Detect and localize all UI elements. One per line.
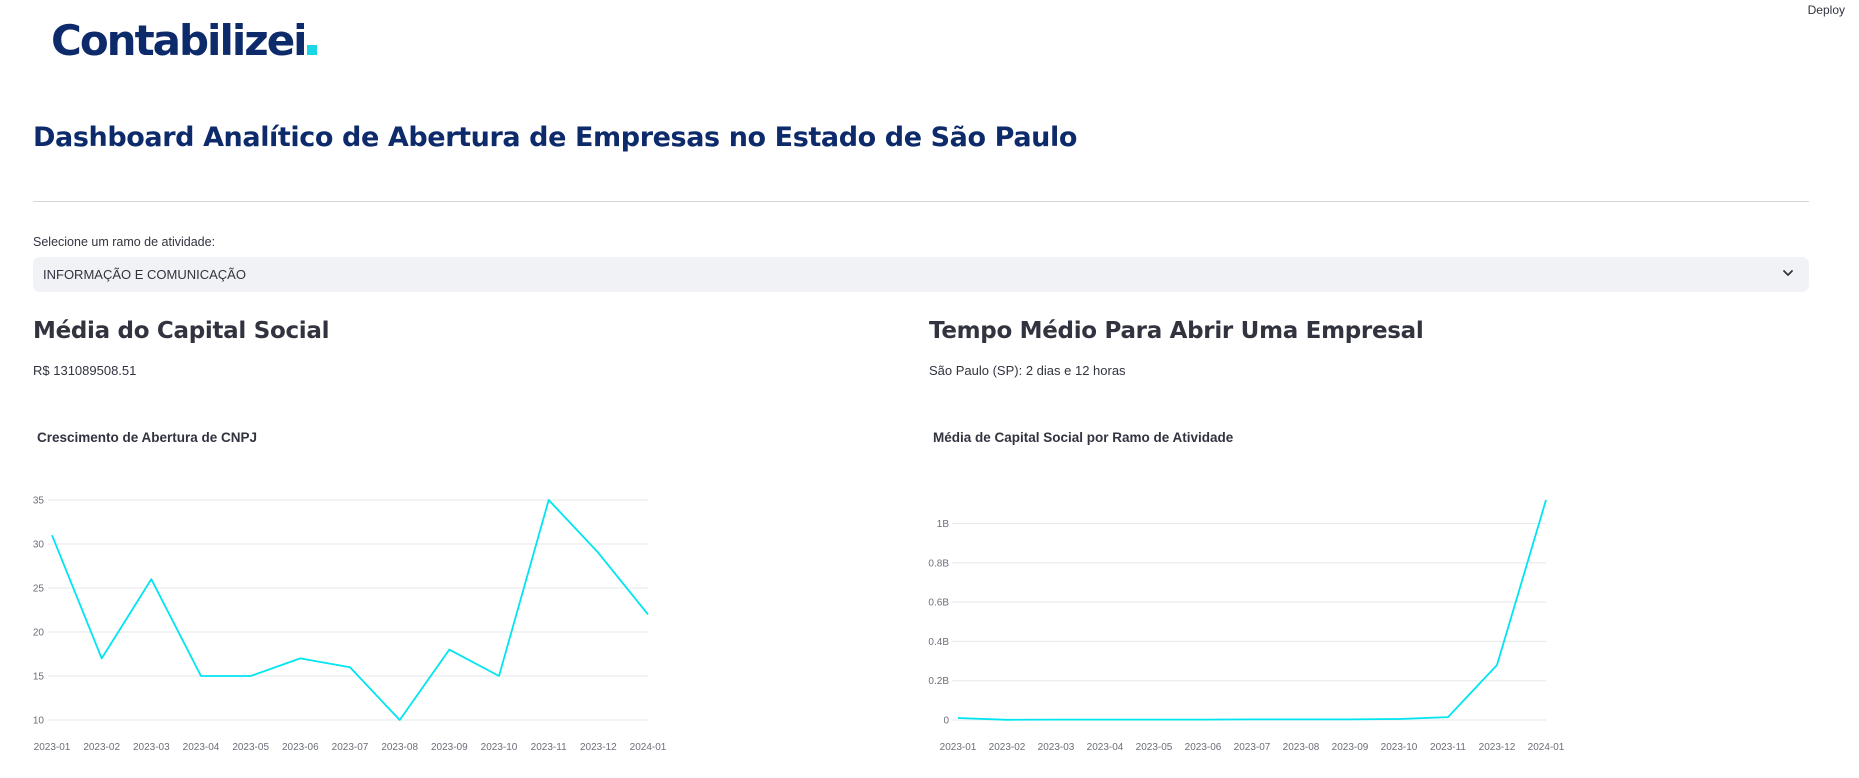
data-point[interactable] [50, 533, 54, 537]
y-tick-label: 25 [33, 584, 45, 595]
series-line [51, 499, 649, 721]
data-point[interactable] [1054, 718, 1058, 722]
x-tick-label: 2023-11 [531, 742, 567, 753]
data-point[interactable] [1544, 498, 1548, 502]
x-tick-label: 2023-08 [1283, 742, 1320, 753]
x-tick-label: 2023-12 [1479, 742, 1516, 753]
x-tick-label: 2023-08 [381, 742, 418, 753]
x-tick-label: 2023-03 [133, 742, 170, 753]
page-title: Dashboard Analítico de Abertura de Empre… [33, 122, 1077, 153]
x-tick-label: 2023-06 [282, 742, 319, 753]
x-tick-label: 2023-06 [1185, 742, 1222, 753]
contabilizei-logo: Contabilizei [51, 20, 317, 62]
x-tick-label: 2023-04 [183, 742, 220, 753]
data-point[interactable] [956, 716, 960, 720]
y-tick-label: 0.6B [928, 598, 949, 609]
logo-text: Contabilizei [51, 16, 308, 65]
data-point[interactable] [646, 612, 650, 616]
x-tick-label: 2023-12 [580, 742, 617, 753]
data-point[interactable] [497, 674, 501, 678]
data-point[interactable] [100, 656, 104, 660]
x-tick-label: 2023-01 [34, 742, 71, 753]
chart-title-capital: Média de Capital Social por Ramo de Ativ… [933, 430, 1234, 445]
y-tick-label: 15 [33, 672, 45, 683]
x-tick-label: 2023-09 [1332, 742, 1369, 753]
x-tick-label: 2023-04 [1087, 742, 1124, 753]
y-tick-label: 10 [33, 716, 45, 727]
capital-value: R$ 131089508.51 [33, 363, 137, 378]
data-point[interactable] [1103, 718, 1107, 722]
y-tick-label: 30 [33, 540, 45, 551]
x-tick-label: 2023-10 [481, 742, 518, 753]
y-tick-label: 0.2B [928, 676, 949, 687]
data-point[interactable] [1397, 717, 1401, 721]
data-point[interactable] [1005, 718, 1009, 722]
series-line [957, 499, 1547, 721]
capital-by-activity-chart: 0 0.2B 0.4B 0.6B 0.8B 1B 2023-01 2023-02 2023-03… [928, 498, 1565, 753]
x-tick-label: 2023-10 [1381, 742, 1418, 753]
activity-select-label: Selecione um ramo de atividade: [33, 235, 216, 249]
x-tick-label: 2024-01 [630, 742, 667, 753]
divider [33, 201, 1809, 202]
data-point[interactable] [447, 648, 451, 652]
x-tick-label: 2023-02 [989, 742, 1026, 753]
y-tick-label: 0.4B [928, 637, 949, 648]
activity-select-value: INFORMAÇÃO E COMUNICAÇÃO [43, 267, 246, 282]
deploy-button[interactable]: Deploy [1808, 3, 1845, 17]
data-point[interactable] [398, 718, 402, 722]
x-tick-label: 2023-11 [1430, 742, 1466, 753]
data-point[interactable] [1250, 717, 1254, 721]
x-tick-label: 2023-07 [1234, 742, 1271, 753]
data-point[interactable] [149, 577, 153, 581]
x-tick-label: 2023-02 [83, 742, 120, 753]
tempo-heading: Tempo Médio Para Abrir Uma Empresal [929, 318, 1424, 344]
y-tick-label: 20 [33, 628, 45, 639]
data-point[interactable] [547, 498, 551, 502]
cnpj-growth-chart: 10 15 20 25 30 35 2023-01 2023-02 2023-03 2023-04… [33, 496, 667, 754]
data-point[interactable] [1495, 663, 1499, 667]
data-point[interactable] [1348, 717, 1352, 721]
x-tick-label: 2023-09 [431, 742, 468, 753]
x-tick-label: 2023-01 [940, 742, 977, 753]
data-point[interactable] [298, 656, 302, 660]
chart-title-cnpj: Crescimento de Abertura de CNPJ [37, 430, 258, 445]
x-tick-label: 2023-05 [232, 742, 269, 753]
x-tick-label: 2024-01 [1528, 742, 1565, 753]
y-tick-label: 0.8B [928, 558, 949, 569]
y-tick-label: 1B [937, 519, 950, 530]
activity-select[interactable]: INFORMAÇÃO E COMUNICAÇÃO [33, 257, 1809, 292]
data-point[interactable] [1201, 718, 1205, 722]
data-point[interactable] [348, 665, 352, 669]
chevron-down-icon[interactable] [1781, 266, 1795, 285]
capital-heading: Média do Capital Social [33, 318, 330, 344]
logo-dot-icon [306, 45, 317, 55]
data-point[interactable] [1299, 717, 1303, 721]
data-point[interactable] [249, 674, 253, 678]
x-tick-label: 2023-05 [1136, 742, 1173, 753]
data-point[interactable] [1152, 718, 1156, 722]
data-point[interactable] [1446, 715, 1450, 719]
tempo-value: São Paulo (SP): 2 dias e 12 horas [929, 363, 1126, 378]
x-tick-label: 2023-03 [1038, 742, 1075, 753]
x-tick-label: 2023-07 [332, 742, 369, 753]
data-point[interactable] [199, 674, 203, 678]
data-point[interactable] [596, 551, 600, 555]
y-tick-label: 0 [943, 716, 949, 727]
y-tick-label: 35 [33, 496, 45, 507]
